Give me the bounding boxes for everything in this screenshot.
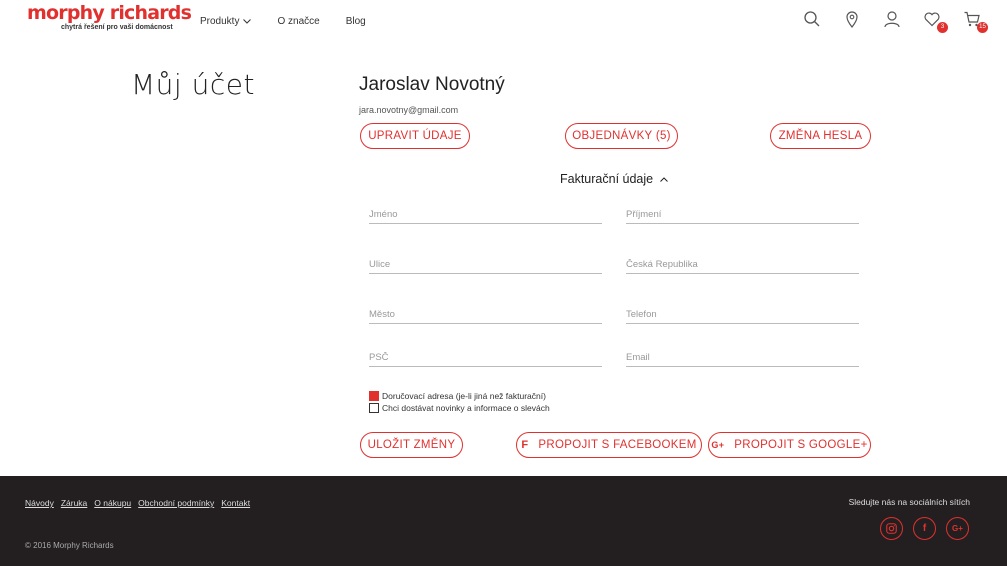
user-icon — [884, 11, 900, 28]
page-title: Můj účet — [131, 68, 255, 101]
facebook-icon: f — [521, 439, 529, 451]
zip-input[interactable] — [369, 350, 602, 365]
connect-google-label: PROPOJIT S GOOGLE+ — [734, 439, 868, 451]
wishlist-count-badge: 3 — [937, 22, 948, 33]
email-input[interactable] — [626, 350, 859, 365]
logo-text: morphy richards — [27, 2, 192, 24]
logo[interactable]: morphy richards chytrá řešení pro vaši d… — [27, 2, 192, 31]
nav-item-blog[interactable]: Blog — [346, 16, 366, 27]
search-icon — [804, 11, 820, 27]
checkbox-label: Chci dostávat novinky a informace o slev… — [382, 403, 550, 413]
newsletter-option[interactable]: Chci dostávat novinky a informace o slev… — [369, 403, 550, 413]
account-button[interactable] — [883, 10, 903, 32]
connect-facebook-button[interactable]: f PROPOJIT S FACEBOOKEM — [516, 432, 702, 458]
last-name-field — [626, 204, 859, 224]
footer-link-terms[interactable]: Obchodní podmínky — [138, 498, 214, 508]
facebook-icon[interactable]: f — [913, 517, 936, 540]
cart-count-badge: 15 — [977, 22, 988, 33]
footer-link-guides[interactable]: Návody — [25, 498, 54, 508]
wishlist-button[interactable]: 3 — [923, 10, 948, 33]
city-input[interactable] — [369, 307, 602, 322]
site-footer: Návody Záruka O nákupu Obchodní podmínky… — [0, 476, 1007, 566]
change-password-button[interactable]: ZMĚNA HESLA — [770, 123, 871, 149]
instagram-icon[interactable] — [880, 517, 903, 540]
cart-button[interactable]: 15 — [963, 10, 988, 33]
chevron-down-icon — [243, 19, 252, 24]
save-button[interactable]: ULOŽIT ZMĚNY — [360, 432, 463, 458]
search-button[interactable] — [803, 10, 823, 32]
first-name-field — [369, 204, 602, 224]
footer-link-shopping[interactable]: O nákupu — [94, 498, 131, 508]
last-name-input[interactable] — [626, 207, 859, 222]
nav-label: Blog — [345, 16, 366, 27]
nav-label: Produkty — [200, 16, 240, 27]
country-field — [626, 254, 859, 274]
nav-label: O značce — [277, 16, 320, 27]
footer-links: Návody Záruka O nákupu Obchodní podmínky… — [25, 498, 257, 508]
street-input[interactable] — [369, 257, 602, 272]
main-nav: Produkty O značce Blog — [200, 16, 392, 27]
zip-field — [369, 347, 602, 367]
connect-facebook-label: PROPOJIT S FACEBOOKEM — [538, 439, 697, 451]
nav-item-products[interactable]: Produkty — [200, 16, 252, 27]
store-locator-button[interactable] — [843, 10, 863, 32]
google-plus-icon[interactable]: G+ — [946, 517, 969, 540]
country-input[interactable] — [626, 257, 859, 272]
social-title: Sledujte nás na sociálních sítích — [848, 497, 970, 507]
header-icons: 3 15 — [783, 10, 988, 33]
city-field — [369, 304, 602, 324]
footer-link-warranty[interactable]: Záruka — [61, 498, 87, 508]
logo-tagline: chytrá řešení pro vaši domácnost — [61, 24, 173, 31]
orders-button[interactable]: OBJEDNÁVKY (5) — [565, 123, 678, 149]
checkbox-label: Doručovací adresa (je-li jiná než faktur… — [382, 391, 546, 401]
street-field — [369, 254, 602, 274]
footer-link-contact[interactable]: Kontakt — [221, 498, 250, 508]
delivery-address-option[interactable]: Doručovací adresa (je-li jiná než faktur… — [369, 391, 546, 401]
nav-item-brand[interactable]: O značce — [277, 16, 319, 27]
phone-input[interactable] — [626, 307, 859, 322]
billing-section-toggle[interactable]: Fakturační údaje — [560, 172, 668, 186]
first-name-input[interactable] — [369, 207, 602, 222]
chevron-up-icon — [660, 176, 668, 182]
email-field — [626, 347, 859, 367]
edit-profile-button[interactable]: UPRAVIT ÚDAJE — [360, 123, 470, 149]
billing-section-label: Fakturační údaje — [560, 172, 654, 186]
user-email: jara.novotny@gmail.com — [359, 105, 459, 115]
copyright: © 2016 Morphy Richards — [25, 541, 114, 550]
social-links: f G+ — [870, 517, 969, 540]
location-pin-icon — [846, 11, 858, 28]
phone-field — [626, 304, 859, 324]
delivery-address-checkbox[interactable] — [369, 391, 379, 401]
google-plus-icon: G+ — [711, 440, 725, 450]
newsletter-checkbox[interactable] — [369, 403, 379, 413]
connect-google-button[interactable]: G+ PROPOJIT S GOOGLE+ — [708, 432, 871, 458]
user-name: Jaroslav Novotný — [359, 74, 505, 95]
site-header: morphy richards chytrá řešení pro vaši d… — [0, 0, 1007, 44]
